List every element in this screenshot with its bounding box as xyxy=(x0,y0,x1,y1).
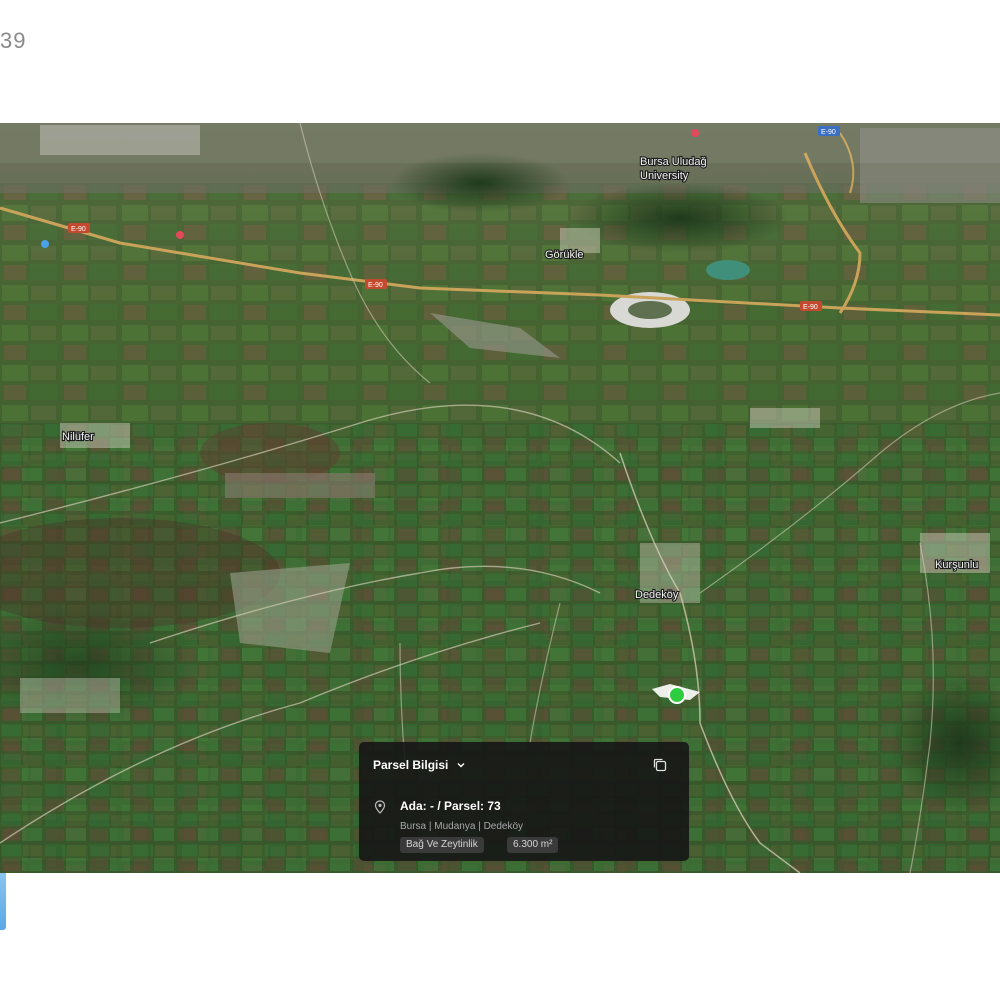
map-label-town-top: Görükle xyxy=(545,249,584,261)
land-use-tag: Bağ Ve Zeytinlik xyxy=(400,837,484,853)
poi-pin-icon[interactable] xyxy=(691,129,699,137)
copy-icon[interactable] xyxy=(651,756,669,774)
map-label-village: Dedeköy xyxy=(635,589,679,601)
panel-title: Parsel Bilgisi xyxy=(373,758,449,772)
map-label-town-right: Kurşunlu xyxy=(935,559,978,571)
parcel-location: Bursa | Mudanya | Dedeköy xyxy=(400,821,524,832)
poi-pin-icon[interactable] xyxy=(176,231,184,239)
location-pin-icon xyxy=(374,800,386,814)
svg-text:E-90: E-90 xyxy=(368,282,383,289)
road-badge-d: E-90 xyxy=(818,126,840,136)
parcel-id: Ada: - / Parsel: 73 xyxy=(400,799,501,813)
area-tag: 6.300 m² xyxy=(507,837,559,853)
poi-pin-icon[interactable] xyxy=(41,240,49,248)
svg-text:E-90: E-90 xyxy=(71,226,86,233)
road-badge-a: E-90 xyxy=(68,223,90,233)
map-label-university: Bursa Uludağ xyxy=(640,156,707,168)
svg-text:E-90: E-90 xyxy=(803,304,818,311)
map-label-university-line2: University xyxy=(640,170,689,182)
road-badge-c: E-90 xyxy=(800,301,822,311)
page-number: 39 xyxy=(0,28,27,53)
svg-text:E-90: E-90 xyxy=(821,129,836,136)
parcel-info-panel: Parsel Bilgisi Ada: - / Parsel: 73 Bursa… xyxy=(359,742,689,861)
screenshot-page: 39 Bursa Uludağ University Görükle Nilüf… xyxy=(0,0,1000,1000)
chevron-down-icon xyxy=(457,763,465,768)
panel-header-toggle[interactable]: Parsel Bilgisi xyxy=(373,758,466,772)
map-label-town-left: Nilüfer xyxy=(62,431,94,443)
road-badge-b: E-90 xyxy=(365,279,387,289)
